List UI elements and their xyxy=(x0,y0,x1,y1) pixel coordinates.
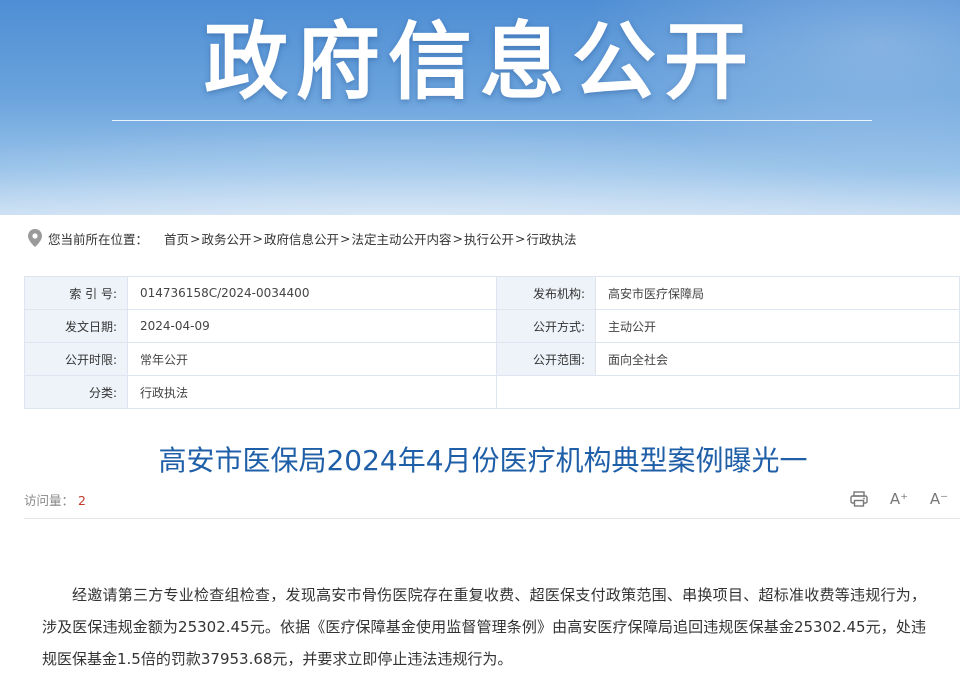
category-label: 分类: xyxy=(24,375,128,409)
table-row: 公开时限: 常年公开 公开范围: 面向全社会 xyxy=(24,342,960,376)
breadcrumb-home[interactable]: 首页 xyxy=(164,229,189,248)
article-body: 经邀请第三方专业检查组检查，发现高安市骨伤医院存在重复收费、超医保支付政策范围、… xyxy=(42,586,926,668)
print-button[interactable] xyxy=(848,489,870,509)
publisher-label: 发布机构: xyxy=(496,276,596,310)
breadcrumb-separator: > xyxy=(340,230,351,246)
date-label: 发文日期: xyxy=(24,309,128,343)
breadcrumb: 您当前所在位置： 首页 > 政务公开 > 政府信息公开 > 法定主动公开内容 > 执行公开 > 行政… xyxy=(28,227,948,249)
article-title: 高安市医保局2024年4月份医疗机构典型案例曝光一 xyxy=(158,444,808,477)
breadcrumb-administrative-enforcement[interactable]: 行政执法 xyxy=(527,229,577,248)
empty-cell xyxy=(496,375,960,409)
breadcrumb-separator: > xyxy=(252,230,264,246)
method-label: 公开方式: xyxy=(496,309,596,343)
breadcrumb-separator: > xyxy=(190,230,201,246)
breadcrumb-label: 您当前所在位置： xyxy=(48,231,149,247)
breadcrumb-separator: > xyxy=(515,230,526,246)
breadcrumb-separator: > xyxy=(452,230,464,246)
publisher-value: 高安市医疗保障局 xyxy=(595,276,960,310)
location-pin-icon xyxy=(28,229,42,247)
visits-count: 2 xyxy=(78,493,86,508)
period-label: 公开时限: xyxy=(24,342,128,376)
scope-value: 面向全社会 xyxy=(595,342,960,376)
breadcrumb-government-affairs[interactable]: 政务公开 xyxy=(202,229,252,248)
content-panel: 您当前所在位置： 首页 > 政务公开 > 政府信息公开 > 法定主动公开内容 > 执行公开 > 行政… xyxy=(6,215,960,692)
banner-underline xyxy=(112,120,872,121)
method-value: 主动公开 xyxy=(595,309,960,343)
visits-label: 访问量： xyxy=(24,493,75,508)
metadata-table: 索 引 号: 014736158C/2024-0034400 发布机构: 高安市… xyxy=(24,276,960,409)
category-value: 行政执法 xyxy=(127,375,497,409)
article-tools: A⁺ A⁻ xyxy=(848,489,950,509)
table-row: 发文日期: 2024-04-09 公开方式: 主动公开 xyxy=(24,309,960,343)
banner-title: 政府信息公开 xyxy=(203,13,756,111)
scope-label: 公开范围: xyxy=(496,342,596,376)
breadcrumb-enforcement-disclosure[interactable]: 执行公开 xyxy=(464,229,514,248)
header-banner: 政府信息公开 xyxy=(0,0,960,215)
index-label: 索 引 号: xyxy=(24,276,128,310)
visit-counter: 访问量： 2 xyxy=(24,490,86,509)
period-value: 常年公开 xyxy=(127,342,497,376)
font-increase-button[interactable]: A⁺ xyxy=(888,489,910,509)
title-divider xyxy=(24,518,960,519)
breadcrumb-info-disclosure[interactable]: 政府信息公开 xyxy=(264,229,339,248)
breadcrumb-statutory-content[interactable]: 法定主动公开内容 xyxy=(352,229,452,248)
index-value: 014736158C/2024-0034400 xyxy=(127,276,497,310)
font-decrease-button[interactable]: A⁻ xyxy=(928,489,950,509)
date-value: 2024-04-09 xyxy=(127,309,497,343)
print-icon xyxy=(850,491,868,507)
table-row: 索 引 号: 014736158C/2024-0034400 发布机构: 高安市… xyxy=(24,276,960,310)
table-row: 分类: 行政执法 xyxy=(24,375,960,409)
